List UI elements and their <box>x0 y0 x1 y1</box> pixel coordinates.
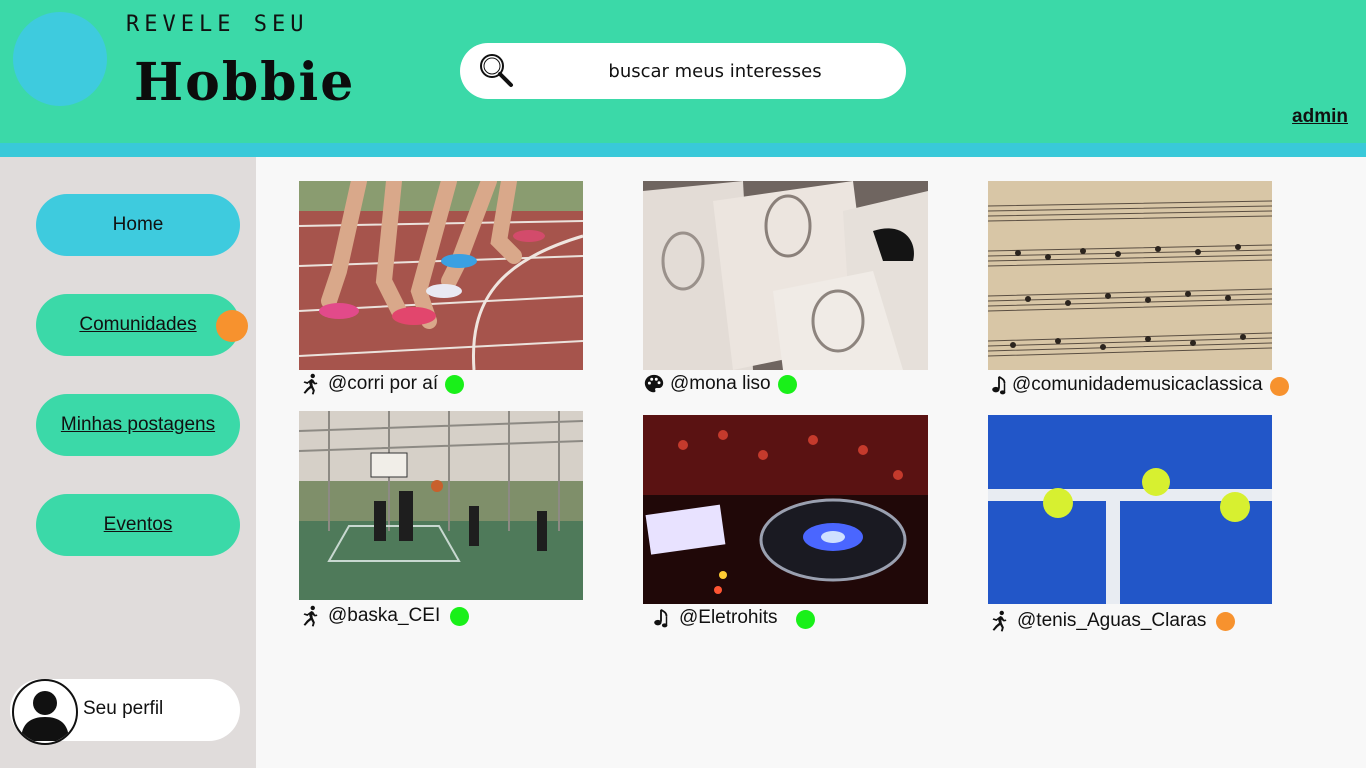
profile-button[interactable]: Seu perfil <box>10 679 240 745</box>
community-handle: @corri por aí <box>328 373 439 394</box>
music-note-icon <box>988 374 1010 396</box>
status-away-dot <box>1269 377 1289 396</box>
avatar <box>12 679 78 745</box>
nav-home-label: Home <box>112 214 164 235</box>
community-image[interactable] <box>299 181 583 370</box>
status-online-dot <box>777 374 797 394</box>
logo-circle <box>13 12 107 106</box>
nav-home-button[interactable]: Home <box>36 194 240 256</box>
running-track-image <box>299 181 583 370</box>
sketches-image <box>643 181 928 370</box>
community-caption[interactable]: @baska_CEI <box>299 605 470 627</box>
palette-icon <box>643 373 665 395</box>
brand-name: Hobbie <box>134 52 356 113</box>
community-caption[interactable]: @mona liso <box>643 373 797 395</box>
community-caption[interactable]: @comunidademusicaclassica <box>988 373 1289 396</box>
running-icon <box>299 373 321 395</box>
community-image[interactable] <box>643 415 928 604</box>
search-bar[interactable] <box>460 43 906 99</box>
top-header: REVELE SEU Hobbie admin <box>0 0 1366 143</box>
dj-turntable-image <box>643 415 928 604</box>
user-avatar-icon <box>21 691 69 741</box>
nav-events-label: Eventos <box>103 514 173 535</box>
community-image[interactable] <box>988 181 1272 370</box>
communities-notification-badge <box>216 310 248 342</box>
nav-my-posts-button[interactable]: Minhas postagens <box>36 394 240 456</box>
community-handle: @Eletrohits <box>679 607 778 628</box>
community-caption[interactable]: @Eletrohits <box>650 607 815 629</box>
search-icon[interactable] <box>478 52 514 88</box>
status-online-dot <box>445 374 465 394</box>
community-handle: @mona liso <box>670 373 771 394</box>
header-divider <box>0 143 1366 157</box>
running-icon <box>299 605 321 627</box>
community-image[interactable] <box>988 415 1272 604</box>
nav-communities-label: Comunidades <box>79 314 197 335</box>
running-icon <box>988 610 1010 632</box>
status-online-dot <box>795 609 815 629</box>
community-handle: @baska_CEI <box>328 605 441 626</box>
profile-label: Seu perfil <box>83 698 164 719</box>
music-note-icon <box>650 607 672 629</box>
community-handle: @tenis_Aguas_Claras <box>1017 610 1207 631</box>
sheet-music-image <box>988 181 1272 370</box>
search-input[interactable] <box>540 43 890 99</box>
nav-events-button[interactable]: Eventos <box>36 494 240 556</box>
community-caption[interactable]: @tenis_Aguas_Claras <box>988 610 1236 632</box>
nav-my-posts-label: Minhas postagens <box>60 414 216 435</box>
community-handle: @comunidademusicaclassica <box>1012 373 1263 395</box>
community-caption[interactable]: @corri por aí <box>299 373 465 395</box>
user-menu-link[interactable]: admin <box>1292 106 1348 128</box>
nav-communities-button[interactable]: Comunidades <box>36 294 240 356</box>
basketball-court-image <box>299 411 583 600</box>
community-image[interactable] <box>643 181 928 370</box>
community-image[interactable] <box>299 411 583 600</box>
status-away-dot <box>1216 611 1236 631</box>
status-online-dot <box>450 606 470 626</box>
tennis-court-image <box>988 415 1272 604</box>
brand-tagline: REVELE SEU <box>126 12 309 37</box>
